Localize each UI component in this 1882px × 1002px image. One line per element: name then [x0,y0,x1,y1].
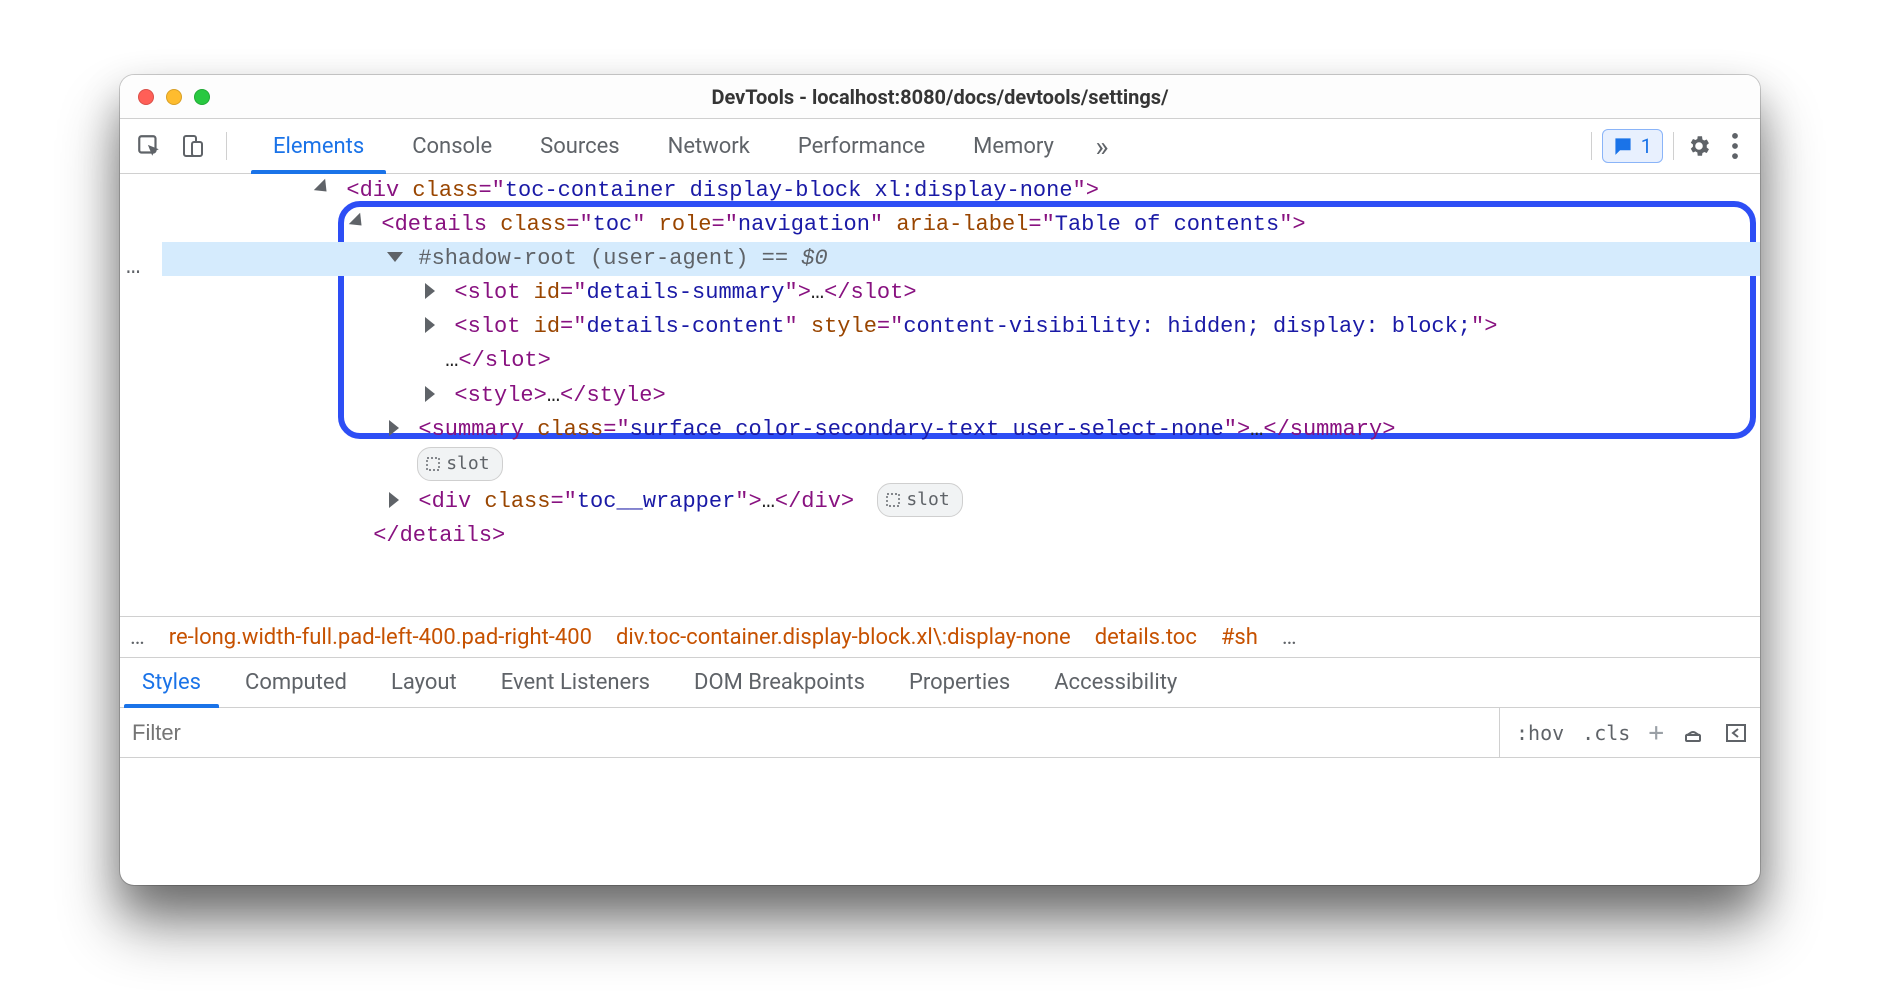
crumb-lead-ellipsis[interactable]: … [130,625,145,650]
slot-badge[interactable]: slot [877,483,962,517]
dom-node-div[interactable]: <div class="toc-container display-block … [162,174,1760,208]
more-tabs-icon[interactable]: » [1078,119,1126,173]
close-icon[interactable] [138,89,154,105]
main-toolbar: Elements Console Sources Network Perform… [120,119,1760,174]
inspect-icon[interactable] [134,131,164,161]
dom-node-shadow-root[interactable]: #shadow-root (user-agent) == $0 [162,242,1760,276]
gear-icon[interactable] [1684,131,1714,161]
dom-node-summary[interactable]: <summary class="surface color-secondary-… [162,413,1760,447]
subtab-computed[interactable]: Computed [223,658,369,707]
subtab-properties[interactable]: Properties [887,658,1032,707]
subtab-accessibility[interactable]: Accessibility [1032,658,1199,707]
chevron-right-icon[interactable] [423,283,439,299]
minimize-icon[interactable] [166,89,182,105]
dom-node-toc-wrapper[interactable]: <div class="toc__wrapper">…</div> slot [162,483,1760,519]
dom-tree[interactable]: … <div class="toc-container display-bloc… [120,174,1760,616]
gutter-more-icon[interactable]: … [126,249,142,286]
plus-icon[interactable]: + [1648,718,1664,748]
separator [226,132,227,160]
titlebar: DevTools - localhost:8080/docs/devtools/… [120,75,1760,119]
crumb-item[interactable]: re-long.width-full.pad-left-400.pad-righ… [169,625,592,650]
filter-input[interactable] [120,708,1499,757]
crumb-item[interactable]: #sh [1221,625,1258,650]
tab-console[interactable]: Console [388,119,516,173]
subtab-event-listeners[interactable]: Event Listeners [479,658,672,707]
shadow-root-label: #shadow-root (user-agent) [418,246,748,271]
tab-elements[interactable]: Elements [249,119,388,173]
maximize-icon[interactable] [194,89,210,105]
chevron-down-icon[interactable] [350,215,366,231]
styles-filter-row: :hov .cls + [120,708,1760,758]
breadcrumb[interactable]: … re-long.width-full.pad-left-400.pad-ri… [120,616,1760,658]
slot-badge[interactable]: slot [417,447,502,481]
dom-node-slot-summary[interactable]: <slot id="details-summary">…</slot> [162,276,1760,310]
devtools-window: DevTools - localhost:8080/docs/devtools/… [120,75,1760,885]
subtab-styles[interactable]: Styles [120,658,223,707]
subtab-layout[interactable]: Layout [369,658,479,707]
chevron-down-icon[interactable] [387,249,403,265]
traffic-lights [120,89,210,105]
dom-node-slot-content-close[interactable]: …</slot> [162,344,1760,378]
issues-button[interactable]: 1 [1602,129,1663,163]
dom-node-details[interactable]: <details class="toc" role="navigation" a… [162,208,1760,242]
cls-button[interactable]: .cls [1582,721,1630,745]
chevron-right-icon[interactable] [387,492,403,508]
chevron-down-icon[interactable] [315,181,331,197]
chevron-right-icon[interactable] [387,420,403,436]
computed-panel-icon[interactable] [1724,721,1748,745]
kebab-icon[interactable] [1720,131,1750,161]
tab-network[interactable]: Network [644,119,774,173]
tab-memory[interactable]: Memory [949,119,1078,173]
crumb-item[interactable]: div.toc-container.display-block.xl\:disp… [616,625,1071,650]
crumb-item[interactable]: details.toc [1095,625,1197,650]
styles-subtabs: Styles Computed Layout Event Listeners D… [120,658,1760,708]
window-title: DevTools - localhost:8080/docs/devtools/… [120,85,1760,109]
dom-node-slot-content[interactable]: <slot id="details-content" style="conten… [162,310,1760,344]
crumb-trail-ellipsis[interactable]: … [1282,625,1297,650]
chevron-right-icon[interactable] [423,317,439,333]
device-toolbar-icon[interactable] [178,131,208,161]
hov-button[interactable]: :hov [1516,721,1564,745]
dom-slot-badge-row[interactable]: slot [162,447,1760,483]
dom-node-style[interactable]: <style>…</style> [162,379,1760,413]
dollar-zero: $0 [801,246,827,271]
dom-node-details-close[interactable]: </details> [162,519,1760,553]
brush-icon[interactable] [1682,721,1706,745]
main-tabs: Elements Console Sources Network Perform… [241,119,1587,173]
separator [1591,132,1592,160]
separator [1673,132,1674,160]
tab-sources[interactable]: Sources [516,119,644,173]
issues-count: 1 [1641,134,1652,158]
chevron-right-icon[interactable] [423,386,439,402]
tab-performance[interactable]: Performance [774,119,949,173]
subtab-dom-breakpoints[interactable]: DOM Breakpoints [672,658,887,707]
